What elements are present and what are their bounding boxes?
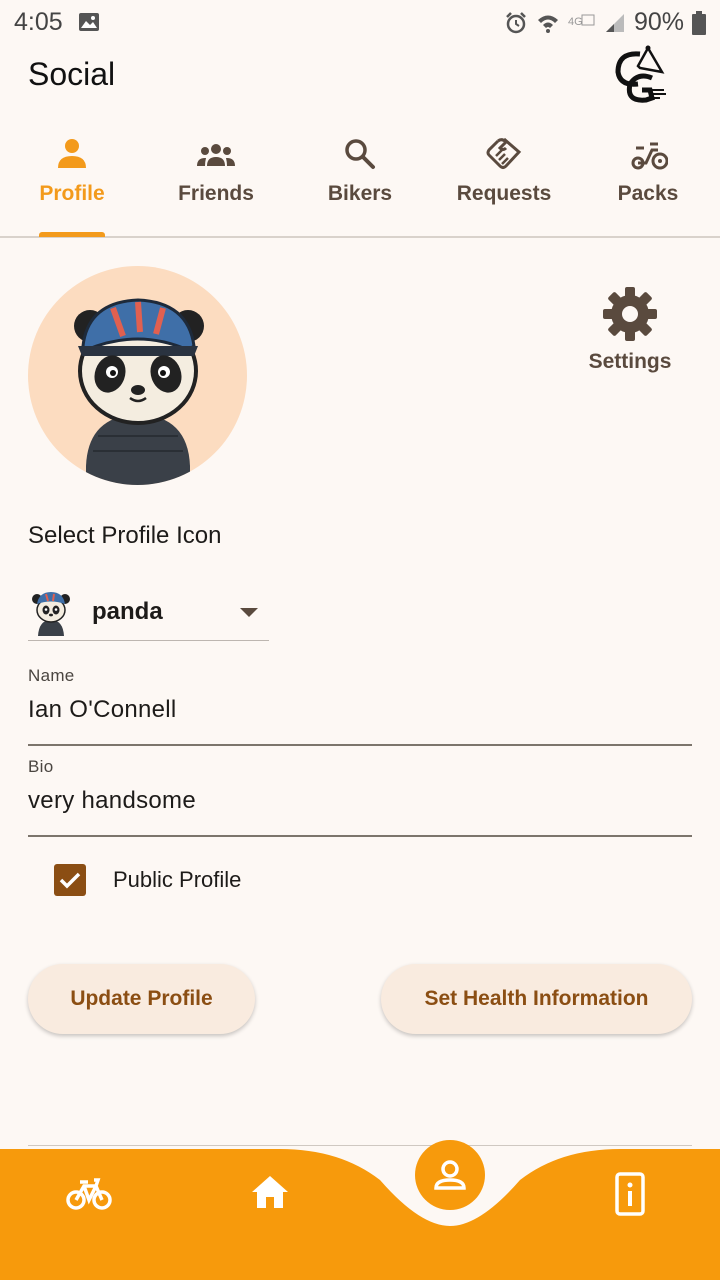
tab-bikers[interactable]: Bikers bbox=[288, 130, 432, 236]
wifi-icon bbox=[537, 15, 558, 33]
tab-label: Bikers bbox=[327, 182, 393, 205]
tab-profile[interactable]: Profile bbox=[0, 130, 144, 237]
public-profile-label: Public Profile bbox=[113, 867, 242, 892]
profile-icon bbox=[434, 1160, 466, 1190]
name-field[interactable]: Name Ian O'Connell bbox=[28, 666, 692, 746]
panda-icon bbox=[32, 592, 70, 636]
app-logo bbox=[610, 44, 670, 109]
tab-indicator bbox=[39, 232, 105, 237]
set-health-information-button[interactable]: Set Health Information bbox=[381, 964, 692, 1034]
tab-label: Requests bbox=[456, 182, 552, 205]
bio-field-value[interactable]: very handsome bbox=[28, 787, 692, 815]
status-bar: 4:05 4G 90% bbox=[0, 0, 720, 44]
battery-percentage: 90% bbox=[633, 8, 684, 36]
person-icon bbox=[58, 139, 86, 168]
tab-label: Packs bbox=[617, 182, 679, 205]
name-field-value[interactable]: Ian O'Connell bbox=[28, 696, 692, 724]
dropdown-selected-value: panda bbox=[92, 598, 163, 625]
select-profile-icon-label: Select Profile Icon bbox=[28, 522, 222, 549]
panda-icon bbox=[74, 298, 204, 485]
battery-icon bbox=[692, 10, 706, 35]
status-right: 4G 90% bbox=[504, 8, 706, 37]
nav-info[interactable] bbox=[613, 1172, 647, 1221]
bio-field-label: Bio bbox=[28, 757, 54, 776]
page-title: Social bbox=[28, 56, 116, 92]
alarm-icon bbox=[506, 11, 526, 33]
bio-field[interactable]: Bio very handsome bbox=[28, 757, 692, 837]
signal-icon bbox=[605, 13, 624, 32]
tab-bar: Profile Friends Bikers Requests Packs bbox=[0, 130, 720, 238]
status-time: 4:05 bbox=[14, 8, 63, 36]
check-icon bbox=[59, 872, 81, 889]
search-icon bbox=[345, 139, 375, 169]
name-field-label: Name bbox=[28, 666, 75, 685]
handshake-icon bbox=[486, 137, 522, 169]
group-icon bbox=[197, 144, 235, 166]
tab-label: Profile bbox=[39, 182, 105, 205]
scooter-icon bbox=[631, 142, 668, 170]
tab-packs[interactable]: Packs bbox=[576, 130, 720, 236]
home-icon bbox=[252, 1176, 288, 1208]
profile-icon-dropdown[interactable]: panda bbox=[28, 586, 269, 641]
lte-icon: 4G bbox=[568, 14, 595, 28]
tab-label: Friends bbox=[178, 182, 254, 205]
info-icon bbox=[615, 1172, 645, 1216]
image-notification-icon bbox=[78, 12, 100, 37]
settings-label: Settings bbox=[588, 350, 672, 373]
gear-icon bbox=[603, 287, 657, 341]
public-profile-checkbox[interactable] bbox=[54, 864, 86, 896]
nav-bike[interactable] bbox=[66, 1176, 112, 1217]
tab-friends[interactable]: Friends bbox=[144, 130, 288, 236]
chevron-down-icon bbox=[240, 608, 258, 617]
nav-profile[interactable] bbox=[415, 1140, 485, 1210]
bike-icon bbox=[66, 1178, 112, 1210]
update-profile-button[interactable]: Update Profile bbox=[28, 964, 255, 1034]
profile-avatar[interactable] bbox=[28, 266, 247, 485]
tab-requests[interactable]: Requests bbox=[432, 130, 576, 236]
svg-text:4G: 4G bbox=[568, 16, 583, 28]
nav-home[interactable] bbox=[250, 1174, 290, 1215]
settings-button[interactable]: Settings bbox=[580, 284, 680, 374]
